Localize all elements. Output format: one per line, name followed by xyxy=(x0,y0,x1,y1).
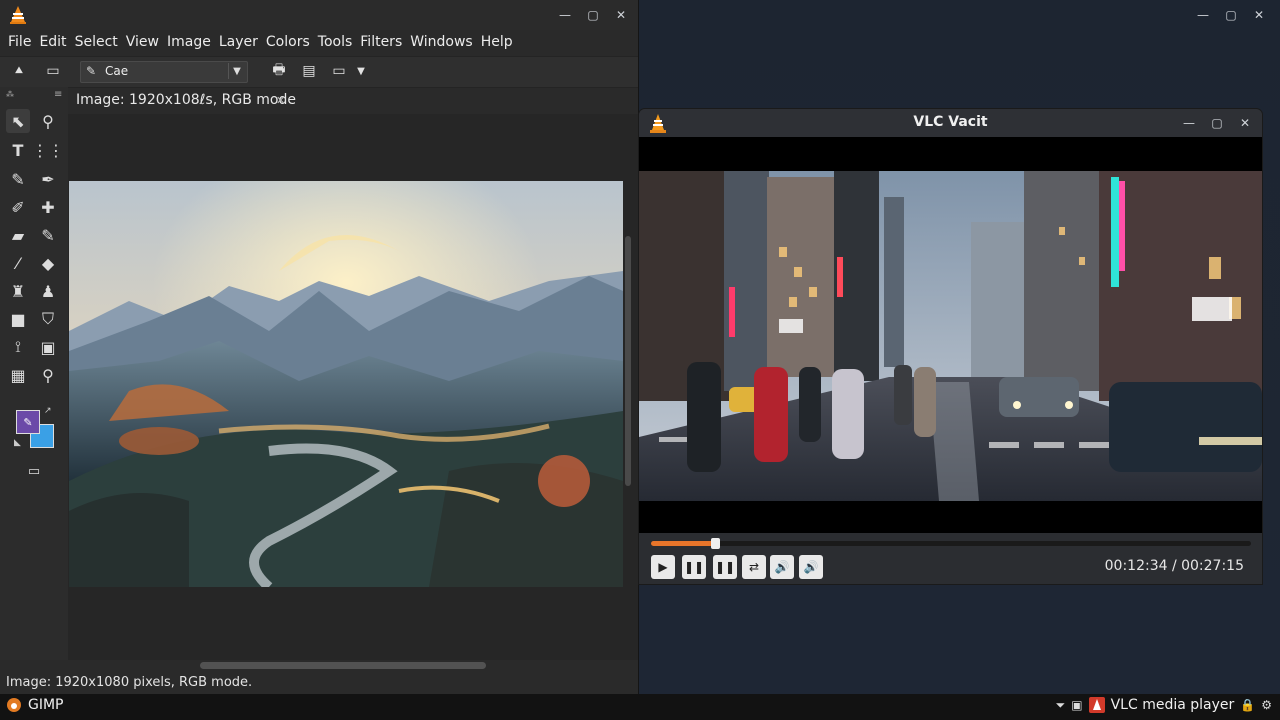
network-icon[interactable]: ▣ xyxy=(1071,698,1082,712)
reset-colors-icon[interactable]: ◣ xyxy=(14,438,21,448)
settings-icon[interactable]: ⚙ xyxy=(1261,698,1272,712)
stop-button[interactable]: ❚❚ xyxy=(713,555,737,579)
taskbar-gimp[interactable]: GIMP xyxy=(6,697,64,713)
menu-windows[interactable]: Windows xyxy=(406,30,477,54)
dodge-icon[interactable]: ♟ xyxy=(36,279,60,303)
vlc-app-icon[interactable] xyxy=(1088,697,1105,713)
heal-icon[interactable]: ✚ xyxy=(36,195,60,219)
menu-tools[interactable]: Tools xyxy=(314,30,357,54)
menubar: File Edit Select View Image Layer Colors… xyxy=(0,30,642,54)
chevron-down-icon[interactable]: ▼ xyxy=(350,60,372,82)
menu-image[interactable]: Image xyxy=(163,30,215,54)
lock-icon[interactable]: 🔒 xyxy=(1240,698,1255,712)
menu-view[interactable]: View xyxy=(122,30,163,54)
printer-icon[interactable]: 🖶 xyxy=(268,60,290,82)
close-icon[interactable]: ✕ xyxy=(1234,112,1256,134)
gimp-app-icon xyxy=(7,698,21,712)
minimize-icon[interactable]: — xyxy=(1178,112,1200,134)
close-icon[interactable]: ✕ xyxy=(610,4,632,26)
gimp-window-controls: — ▢ ✕ xyxy=(554,4,632,26)
taskbar: GIMP ⏷ ▣ VLC media player 🔒 ⚙ xyxy=(0,694,1280,720)
vlc-title: VLC Vacit xyxy=(913,114,988,130)
foreground-pick-icon[interactable]: ✎ xyxy=(16,410,40,434)
monitor-icon[interactable]: ▭ xyxy=(328,60,350,82)
menu-colors[interactable]: Colors xyxy=(262,30,314,54)
menu-layer[interactable]: Layer xyxy=(215,30,262,54)
bucket-fill-icon[interactable]: ◆ xyxy=(36,251,60,275)
magnify-icon[interactable]: ⚲ xyxy=(36,363,60,387)
tray-arrow-icon[interactable]: ⏷ xyxy=(1056,698,1066,713)
toolbox: ⁂ ≡ ⬉ ⚲ T ⋮⋮ ✎ ✒ ✐ ✚ ▰ ✎ ⁄ ◆ ♜ ♟ ■ ⛉ ⟟ ▣… xyxy=(0,87,68,660)
vlc-titlebar: VLC Vacit — ▢ ✕ xyxy=(639,109,1262,137)
horizontal-scrollbar[interactable] xyxy=(200,662,486,669)
eraser-icon[interactable]: ▰ xyxy=(6,223,30,247)
image-preview-icon[interactable]: ▭ xyxy=(22,459,46,483)
menu-select[interactable]: Select xyxy=(71,30,122,54)
menu-edit[interactable]: Edit xyxy=(35,30,70,54)
font-icon: ✎ xyxy=(85,64,97,78)
pause-button[interactable]: ❚❚ xyxy=(682,555,706,579)
swap-colors-icon[interactable]: ↗ xyxy=(44,406,52,416)
maximize-icon[interactable]: ▢ xyxy=(1206,112,1228,134)
close-icon[interactable]: ✕ xyxy=(1248,4,1270,26)
move-tool-icon[interactable]: ⬉ xyxy=(6,109,30,133)
menu-icon[interactable]: ≡ xyxy=(54,89,62,100)
image-tab[interactable]: Image: 1920x108ℓs, RGB mode ✕ xyxy=(68,88,638,114)
rect-select-icon[interactable]: ■ xyxy=(6,307,30,331)
layer-icon[interactable]: ▣ xyxy=(36,335,60,359)
text-tool-icon[interactable]: T xyxy=(6,138,30,162)
vlc-window: VLC Vacit — ▢ ✕ ▶ ❚❚ ❚❚ ⇄ 🔊 🔊 00:12:34 /… xyxy=(639,109,1262,584)
video-frame[interactable] xyxy=(639,137,1262,533)
pencil-icon[interactable]: ✎ xyxy=(6,167,30,191)
grid-select-icon[interactable]: ⋮⋮ xyxy=(32,138,64,162)
free-select-icon[interactable]: ⛉ xyxy=(36,307,60,331)
gimp-window: — ▢ ✕ File Edit Select View Image Layer … xyxy=(0,0,639,694)
status-bar: Image: 1920x1080 pixels, RGB mode. xyxy=(0,672,638,694)
seek-bar[interactable] xyxy=(651,538,1251,549)
gimp-app-icon xyxy=(10,6,26,24)
desktop-window-controls: — ▢ ✕ xyxy=(1192,4,1270,26)
vertical-scrollbar[interactable] xyxy=(625,236,631,486)
loop-icon[interactable]: ⇄ xyxy=(742,555,766,579)
brush-icon[interactable]: ✐ xyxy=(6,195,30,219)
toolbox-grip-icon: ⁂ xyxy=(6,90,14,99)
menu-file[interactable]: File xyxy=(4,30,35,54)
chevron-down-icon[interactable]: ▼ xyxy=(228,63,245,79)
playback-time: 00:12:34 / 00:27:15 xyxy=(1104,558,1244,574)
gimp-titlebar: — ▢ ✕ xyxy=(0,0,638,30)
minimize-icon[interactable]: — xyxy=(1192,4,1214,26)
menu-filters[interactable]: Filters xyxy=(356,30,406,54)
menu-help[interactable]: Help xyxy=(477,30,517,54)
smudge-icon[interactable]: ✎ xyxy=(36,223,60,247)
close-icon[interactable]: ✕ xyxy=(276,94,285,107)
text-tool-icon[interactable]: ⯅ xyxy=(8,60,30,82)
play-button[interactable]: ▶ xyxy=(651,555,675,579)
frame-icon[interactable]: ▭ xyxy=(42,60,64,82)
volume-up-icon[interactable]: 🔊 xyxy=(799,555,823,579)
measure-icon[interactable]: ▦ xyxy=(6,363,30,387)
clone-icon[interactable]: ♜ xyxy=(6,279,30,303)
color-picker-icon[interactable]: ✒ xyxy=(36,167,60,191)
stack-icon[interactable]: ▤ xyxy=(298,60,320,82)
minimize-icon[interactable]: — xyxy=(554,4,576,26)
taskbar-vlc-label[interactable]: VLC media player xyxy=(1111,697,1235,713)
tool-options-bar: ⯅ ▭ ✎ Cae ▼ 🖶 ▤ ▭ ▼ xyxy=(0,56,638,88)
zoom-tool-icon[interactable]: ⚲ xyxy=(36,109,60,133)
maximize-icon[interactable]: ▢ xyxy=(582,4,604,26)
paintbrush-icon[interactable]: ⁄ xyxy=(6,251,30,275)
font-selector[interactable]: ✎ Cae ▼ xyxy=(80,61,248,83)
font-name: Cae xyxy=(105,64,129,78)
taskbar-gimp-label: GIMP xyxy=(28,697,64,713)
taskbar-tray: ⏷ ▣ VLC media player 🔒 ⚙ xyxy=(1056,697,1272,713)
volume-icon[interactable]: 🔊 xyxy=(770,555,794,579)
path-icon[interactable]: ⟟ xyxy=(6,335,30,359)
vlc-window-controls: — ▢ ✕ xyxy=(1178,112,1256,134)
maximize-icon[interactable]: ▢ xyxy=(1220,4,1242,26)
landscape-painting xyxy=(69,181,623,587)
seek-handle[interactable] xyxy=(711,538,721,549)
seek-progress xyxy=(651,541,716,546)
image-tab-label: Image: 1920x108ℓs, RGB mode xyxy=(76,92,296,108)
status-text: Image: 1920x1080 pixels, RGB mode. xyxy=(6,675,253,690)
